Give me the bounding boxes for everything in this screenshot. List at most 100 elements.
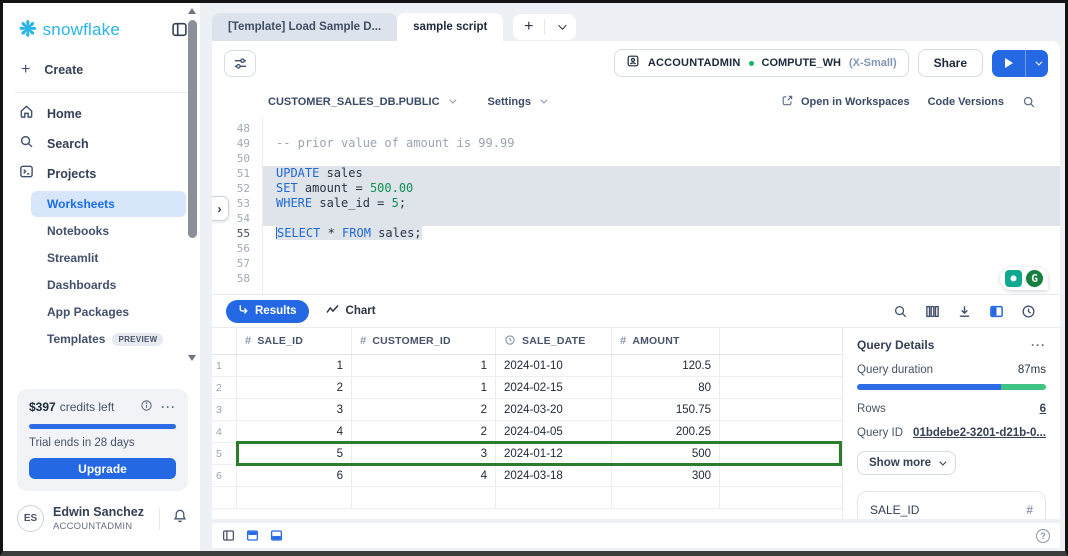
sql-editor[interactable]: 48 49 50 51 52 53 54 55 56 57 58 -- prior value of… (212, 118, 1060, 294)
session-context-selector[interactable]: ACCOUNTADMIN COMPUTE_WH (X-Small) (613, 49, 909, 77)
code-line[interactable] (263, 121, 1060, 136)
column-header-amount[interactable]: # AMOUNT (612, 328, 720, 354)
grammarly-widget[interactable]: ● G (1000, 267, 1048, 290)
show-more-button[interactable]: Show more (857, 451, 956, 475)
code-line[interactable]: SET amount = 500.00 (263, 181, 1060, 196)
cell[interactable]: 2 (352, 421, 496, 442)
tab-results[interactable]: Results (226, 299, 309, 323)
scroll-down-icon[interactable] (188, 355, 196, 361)
code-line[interactable]: WHERE sale_id = 5; (263, 196, 1060, 211)
column-header-customer_id[interactable]: # CUSTOMER_ID (352, 328, 496, 354)
cell[interactable]: 2024-04-05 (496, 421, 612, 442)
cell[interactable]: 4 (237, 421, 352, 442)
open-in-workspaces-link[interactable]: Open in Workspaces (781, 94, 910, 110)
help-icon[interactable]: ? (1036, 528, 1050, 543)
table-row[interactable]: 3 3 2 2024-03-20 150.75 (212, 399, 842, 421)
expand-object-explorer-button[interactable]: › (212, 196, 229, 221)
cell[interactable]: 80 (612, 377, 720, 398)
create-button[interactable]: + Create (3, 50, 200, 90)
cell[interactable]: 3 (237, 399, 352, 420)
code-line[interactable]: -- prior value of amount is 99.99 (263, 136, 1060, 151)
table-row[interactable]: 2 2 1 2024-02-15 80 (212, 377, 842, 399)
tab-sample-script[interactable]: sample script (397, 13, 504, 41)
tab-chart[interactable]: Chart (316, 304, 386, 318)
field-card-sale-id[interactable]: SALE_ID # (857, 491, 1046, 519)
editor-search-icon[interactable] (1022, 95, 1036, 109)
user-menu[interactable]: ES Edwin Sanchez ACCOUNTADMIN (17, 505, 190, 532)
cell[interactable]: 3 (352, 443, 496, 464)
rows-value-link[interactable]: 6 (1040, 403, 1046, 415)
sidebar-item-streamlit[interactable]: Streamlit (31, 245, 186, 271)
tab-list-chevron-icon[interactable] (545, 14, 576, 40)
cell[interactable]: 6 (237, 465, 352, 486)
cell[interactable]: 2024-02-15 (496, 377, 612, 398)
worksheet-options-button[interactable] (224, 49, 256, 77)
sidebar-item-projects[interactable]: Projects (3, 159, 200, 189)
info-icon[interactable] (140, 399, 153, 415)
upgrade-button[interactable]: Upgrade (29, 458, 176, 479)
cell[interactable]: 1 (237, 355, 352, 376)
share-button[interactable]: Share (917, 49, 983, 77)
cell[interactable]: 5 (237, 443, 352, 464)
download-icon[interactable] (957, 304, 972, 319)
code-line[interactable]: SELECT * FROM sales; (263, 226, 1060, 241)
cell[interactable]: 200.25 (612, 421, 720, 442)
layout-left-panel-icon[interactable] (222, 529, 235, 542)
run-options-chevron-icon[interactable] (1025, 49, 1048, 77)
sidebar-item-notebooks[interactable]: Notebooks (31, 218, 186, 244)
query-details-more-icon[interactable]: ··· (1031, 338, 1046, 352)
cell[interactable]: 2 (237, 377, 352, 398)
columns-icon[interactable] (925, 304, 940, 319)
sidebar-item-app-packages[interactable]: App Packages (31, 299, 186, 325)
editor-code[interactable]: -- prior value of amount is 99.99 UPDATE … (262, 118, 1060, 294)
sidebar-item-templates[interactable]: Templates PREVIEW (31, 326, 186, 352)
sidebar-scrollbar-thumb[interactable] (188, 20, 197, 238)
query-id-link[interactable]: 01bdebe2-3201-d21b-0... (913, 427, 1046, 439)
cell[interactable]: 120.5 (612, 355, 720, 376)
code-line[interactable] (263, 271, 1060, 286)
sidebar-item-search[interactable]: Search (3, 129, 200, 159)
cell[interactable]: 2024-03-18 (496, 465, 612, 486)
cell[interactable]: 150.75 (612, 399, 720, 420)
cell[interactable]: 2024-01-10 (496, 355, 612, 376)
table-row[interactable]: 5 5 3 2024-01-12 500 (212, 441, 842, 466)
table-row[interactable]: 6 6 4 2024-03-18 300 (212, 465, 842, 487)
new-tab-button[interactable]: + (513, 14, 544, 40)
database-schema-selector[interactable]: CUSTOMER_SALES_DB.PUBLIC (268, 96, 456, 108)
run-button[interactable] (992, 49, 1025, 77)
table-row[interactable]: 1 1 1 2024-01-10 120.5 (212, 355, 842, 377)
sidebar-item-dashboards[interactable]: Dashboards (31, 272, 186, 298)
tab-template-load-sample-data[interactable]: [Template] Load Sample D... (212, 13, 398, 41)
code-line[interactable] (263, 151, 1060, 166)
cell[interactable]: 1 (352, 355, 496, 376)
settings-menu[interactable]: Settings (488, 96, 548, 108)
cell[interactable]: 500 (612, 443, 720, 464)
code-line[interactable]: UPDATE sales (263, 166, 1060, 181)
split-view-icon[interactable] (989, 304, 1004, 319)
column-header-sale_date[interactable]: SALE_DATE (496, 328, 612, 354)
cell[interactable]: 300 (612, 465, 720, 486)
cell[interactable]: 2 (352, 399, 496, 420)
layout-bottom-panel-icon[interactable] (270, 529, 283, 542)
code-versions-link[interactable]: Code Versions (928, 96, 1004, 108)
bell-icon[interactable] (172, 508, 188, 529)
code-line[interactable] (263, 241, 1060, 256)
credits-more-icon[interactable]: ··· (161, 400, 176, 414)
code-line[interactable] (263, 256, 1060, 271)
cell[interactable]: 1 (352, 377, 496, 398)
column-header-sale_id[interactable]: # SALE_ID (237, 328, 352, 354)
query-history-icon[interactable] (1021, 304, 1036, 319)
search-results-icon[interactable] (893, 304, 908, 319)
cell[interactable]: 2024-01-12 (496, 443, 612, 464)
table-row[interactable]: 4 4 2 2024-04-05 200.25 (212, 421, 842, 443)
cell[interactable]: 4 (352, 465, 496, 486)
sidebar-item-worksheets[interactable]: Worksheets (31, 191, 186, 217)
code-line[interactable] (263, 211, 1060, 226)
cell[interactable]: 2024-03-20 (496, 399, 612, 420)
grammarly-g-icon[interactable]: G (1026, 270, 1043, 287)
suggestion-bulb-icon[interactable]: ● (1005, 270, 1022, 287)
sidebar-item-home[interactable]: Home (3, 99, 200, 129)
scroll-up-icon[interactable] (188, 8, 196, 14)
collapse-sidebar-icon[interactable] (171, 21, 188, 38)
layout-top-panel-icon[interactable] (246, 529, 259, 542)
